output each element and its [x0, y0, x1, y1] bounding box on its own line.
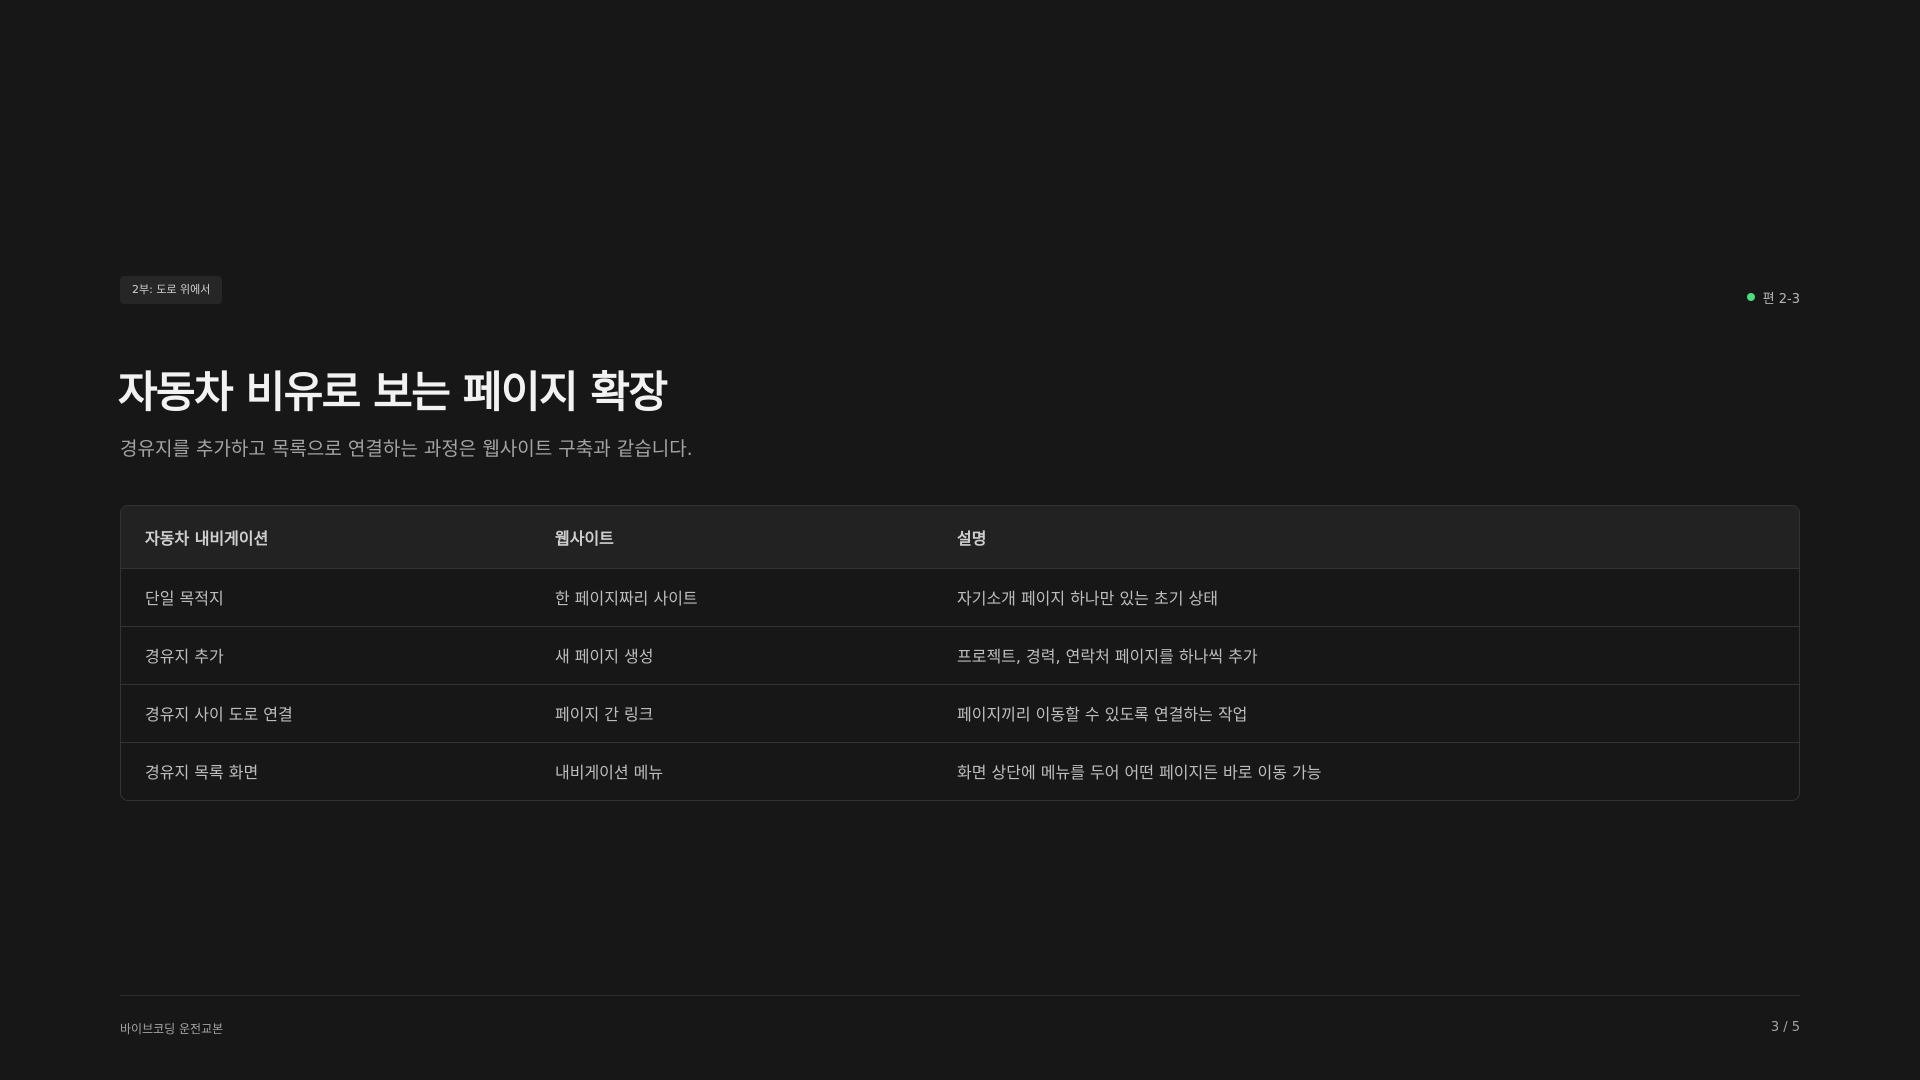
episode-indicator: 편 2-3	[1746, 288, 1800, 307]
footer-divider	[120, 995, 1800, 996]
slide: 2부: 도로 위에서 편 2-3 자동차 비유로 보는 페이지 확장 경유지를 …	[0, 0, 1920, 1080]
table-cell: 경유지 목록 화면	[121, 741, 531, 800]
table-cell: 경유지 추가	[121, 625, 531, 684]
table-row: 단일 목적지 한 페이지짜리 사이트 자기소개 페이지 하나만 있는 초기 상태	[121, 568, 1799, 626]
table-cell: 프로젝트, 경력, 연락처 페이지를 하나씩 추가	[933, 625, 1799, 684]
table-cell: 화면 상단에 메뉴를 두어 어떤 페이지든 바로 이동 가능	[933, 741, 1799, 800]
page-title: 자동차 비유로 보는 페이지 확장	[118, 368, 668, 418]
table-header-row: 자동차 내비게이션 웹사이트 설명	[121, 506, 1799, 569]
column-header-website: 웹사이트	[531, 506, 933, 569]
table-cell: 한 페이지짜리 사이트	[555, 589, 698, 608]
part-chip: 2부: 도로 위에서	[120, 276, 223, 304]
table-cell: 새 페이지 생성	[531, 625, 933, 684]
table-row: 경유지 사이 도로 연결 페이지 간 링크 페이지끼리 이동할 수 있도록 연결…	[121, 683, 1799, 742]
page-subtitle: 경유지를 추가하고 목록으로 연결하는 과정은 웹사이트 구축과 같습니다.	[120, 438, 693, 460]
page-indicator: 3 / 5	[1770, 1020, 1800, 1035]
status-dot-icon	[1746, 293, 1755, 301]
table-row: 경유지 목록 화면 내비게이션 메뉴 화면 상단에 메뉴를 두어 어떤 페이지든…	[121, 741, 1799, 800]
table-cell: 경유지 사이 도로 연결	[121, 683, 531, 742]
comparison-table: 자동차 내비게이션 웹사이트 설명 단일 목적지 한 페이지짜리 사이트 자기소…	[120, 505, 1800, 801]
table-row: 경유지 추가 새 페이지 생성 프로젝트, 경력, 연락처 페이지를 하나씩 추…	[121, 625, 1799, 684]
episode-label: 편 2-3	[1762, 291, 1800, 307]
column-header-description: 설명	[933, 506, 1799, 569]
table-cell: 페이지끼리 이동할 수 있도록 연결하는 작업	[933, 683, 1799, 742]
table-cell: 단일 목적지	[145, 589, 224, 608]
table-cell: 내비게이션 메뉴	[531, 741, 933, 800]
footer-brand: 바이브코딩 운전교본	[120, 1022, 224, 1036]
column-header-car-navigation: 자동차 내비게이션	[121, 506, 531, 569]
table-cell: 자기소개 페이지 하나만 있는 초기 상태	[957, 589, 1218, 608]
table-cell: 페이지 간 링크	[531, 683, 933, 742]
